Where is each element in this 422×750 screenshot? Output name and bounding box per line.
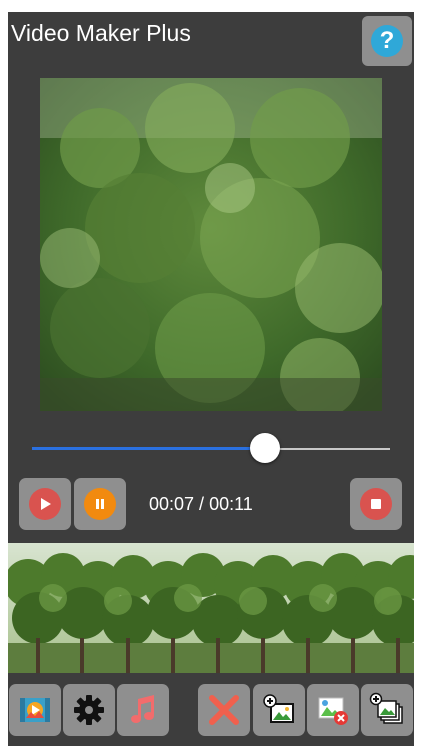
app-window: Video Maker Plus ? 00:07 / 00:11 <box>8 12 414 746</box>
stop-button[interactable] <box>350 478 402 530</box>
seek-slider[interactable] <box>32 432 390 468</box>
add-image-button[interactable] <box>253 684 305 736</box>
time-readout: 00:07 / 00:11 <box>149 494 253 515</box>
help-button[interactable]: ? <box>362 16 412 66</box>
add-image-icon <box>263 694 294 723</box>
bottom-toolbar <box>8 684 414 746</box>
play-button[interactable] <box>19 478 71 530</box>
video-preview[interactable] <box>40 78 382 411</box>
pause-icon <box>84 488 116 520</box>
question-mark-icon: ? <box>371 25 403 57</box>
video-clip-icon <box>20 698 50 722</box>
slider-track-fill <box>32 447 265 450</box>
current-time: 00:07 <box>149 494 195 514</box>
music-note-icon <box>131 695 154 723</box>
stop-icon <box>360 488 392 520</box>
add-multiple-images-button[interactable] <box>361 684 413 736</box>
settings-button[interactable] <box>63 684 115 736</box>
app-title: Video Maker Plus <box>11 20 191 46</box>
remove-image-icon <box>318 697 348 725</box>
add-multiple-images-icon <box>369 692 403 724</box>
play-icon <box>29 488 61 520</box>
music-button[interactable] <box>117 684 169 736</box>
gear-icon <box>74 695 104 725</box>
remove-image-button[interactable] <box>307 684 359 736</box>
timeline-frames <box>8 553 414 673</box>
timeline-strip[interactable] <box>8 543 414 673</box>
pause-button[interactable] <box>74 478 126 530</box>
slider-thumb[interactable] <box>249 433 280 463</box>
total-time: 00:11 <box>209 494 253 514</box>
media-button[interactable] <box>9 684 61 736</box>
delete-button[interactable] <box>198 684 250 736</box>
help-icon-glyph: ? <box>379 27 395 54</box>
close-x-icon <box>209 695 239 725</box>
time-separator: / <box>194 494 210 514</box>
